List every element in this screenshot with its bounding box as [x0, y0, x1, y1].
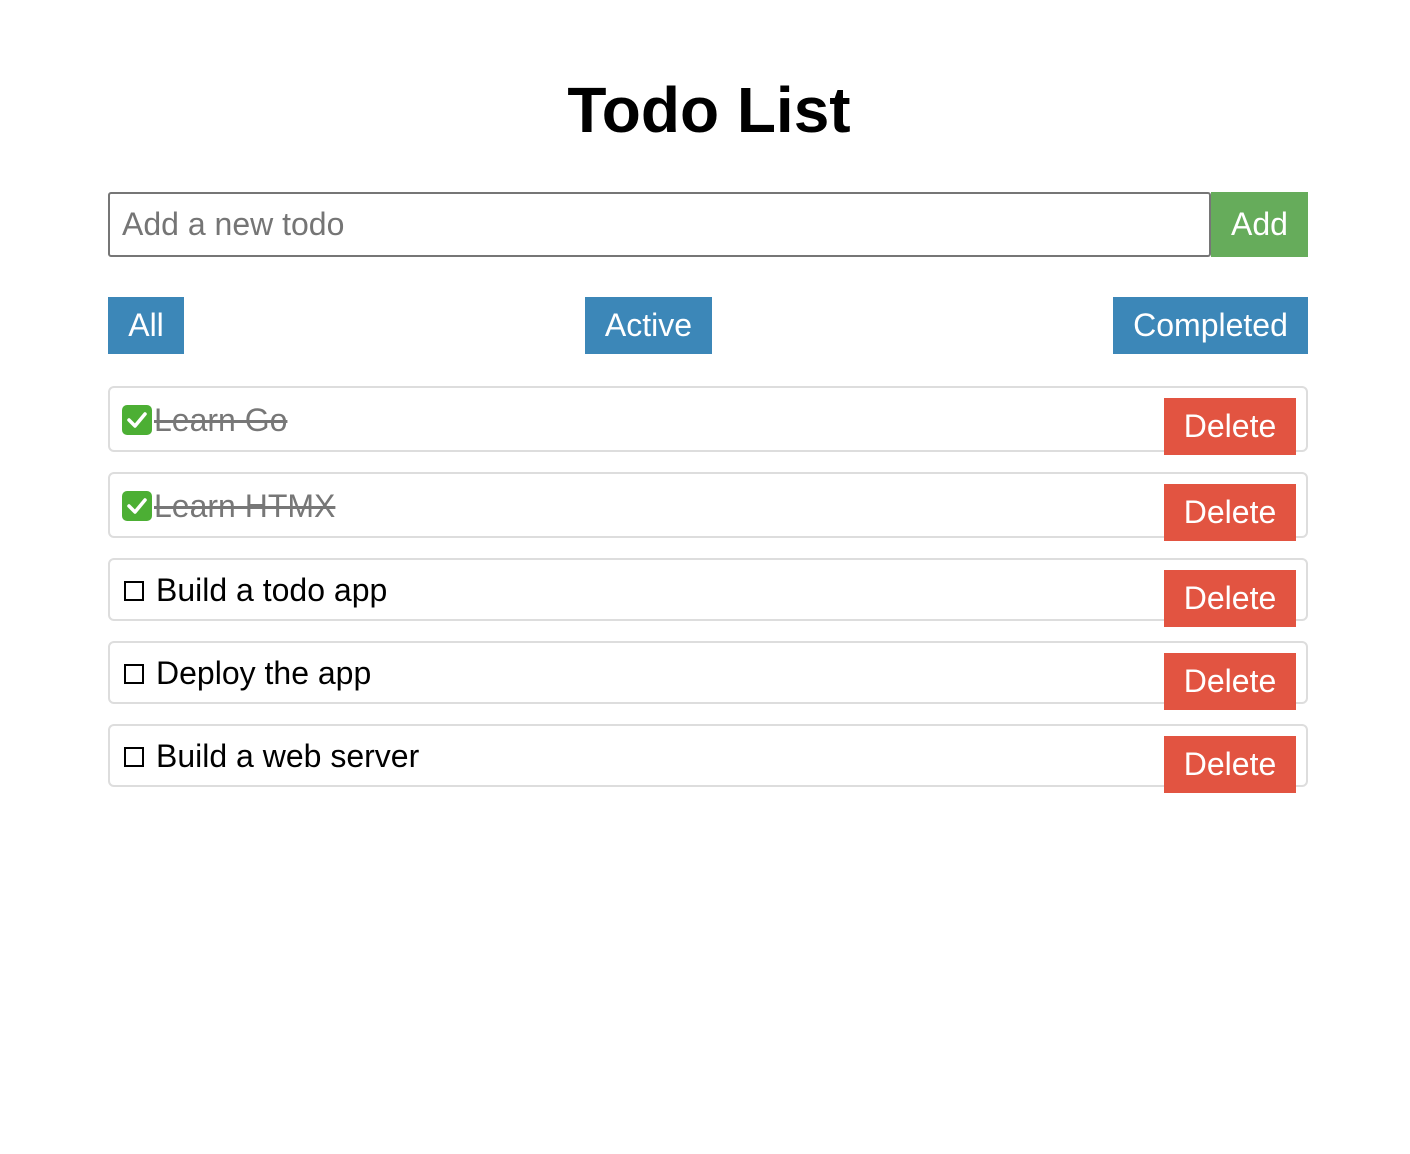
todo-label: Build a todo app [156, 572, 388, 608]
todo-label: Learn HTMX [154, 488, 336, 524]
todo-item: Learn HTMX Delete [108, 472, 1308, 541]
filter-active-button[interactable]: Active [585, 297, 712, 354]
page-title: Todo List [567, 74, 851, 146]
empty-box-icon [124, 581, 144, 601]
todo-text[interactable]: Build a web server [122, 738, 419, 775]
todo-item: Deploy the app Delete [108, 641, 1308, 710]
todo-text[interactable]: Deploy the app [122, 655, 371, 692]
delete-button[interactable]: Delete [1164, 570, 1296, 627]
todo-item: Learn Go Delete [108, 386, 1308, 455]
add-todo-form: Add [108, 192, 1308, 257]
add-button[interactable]: Add [1211, 192, 1308, 257]
todo-item: Build a web server Delete [108, 724, 1308, 793]
todo-text[interactable]: Learn Go [122, 402, 287, 439]
todo-text[interactable]: Learn HTMX [122, 488, 335, 525]
delete-button[interactable]: Delete [1164, 736, 1296, 793]
empty-box-icon [124, 664, 144, 684]
todo-app: Todo List Add All Active Completed Learn… [0, 0, 1410, 1154]
empty-box-icon [124, 747, 144, 767]
check-box-icon [122, 491, 152, 521]
todo-label: Deploy the app [156, 655, 372, 691]
todo-label: Build a web server [156, 738, 420, 774]
todo-label: Learn Go [154, 402, 288, 438]
todo-text[interactable]: Build a todo app [122, 572, 387, 609]
filter-completed-button[interactable]: Completed [1113, 297, 1308, 354]
delete-button[interactable]: Delete [1164, 398, 1296, 455]
new-todo-input[interactable] [108, 192, 1211, 257]
delete-button[interactable]: Delete [1164, 484, 1296, 541]
check-box-icon [122, 405, 152, 435]
filter-all-button[interactable]: All [108, 297, 184, 354]
todo-item: Build a todo app Delete [108, 558, 1308, 627]
delete-button[interactable]: Delete [1164, 653, 1296, 710]
